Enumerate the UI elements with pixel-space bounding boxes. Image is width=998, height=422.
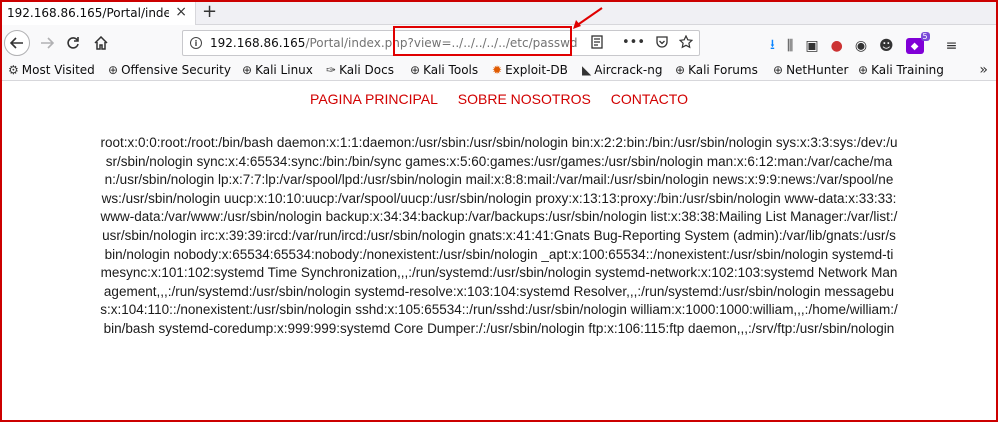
bookmark-most-visited[interactable]: ⚙ Most Visited	[8, 63, 95, 77]
home-icon	[94, 36, 108, 50]
bookmark-kali-linux[interactable]: ⊕ Kali Linux	[242, 63, 313, 77]
bookmarks-overflow-icon[interactable]: »	[979, 62, 988, 78]
nav-link-sobre-nosotros[interactable]: SOBRE NOSOTROS	[458, 91, 591, 107]
page-content: PAGINA PRINCIPAL SOBRE NOSOTROS CONTACTO…	[0, 82, 998, 422]
extension-badge: 5	[920, 32, 930, 41]
bookmark-kali-tools[interactable]: ⊕ Kali Tools	[410, 63, 478, 77]
tab-title: 192.168.86.165/Portal/index	[7, 5, 169, 20]
bookmarks-bar: ⚙ Most Visited ⊕ Offensive Security ⊕ Ka…	[0, 61, 998, 81]
bookmark-aircrack-ng[interactable]: ◣ Aircrack-ng	[582, 63, 662, 77]
download-icon[interactable]: ⭳	[770, 34, 775, 58]
close-tab-icon[interactable]: ×	[175, 4, 187, 20]
bookmark-kali-docs[interactable]: ✑ Kali Docs	[326, 63, 394, 77]
passwd-file-content: root:x:0:0:root:/root:/bin/bash daemon:x…	[100, 135, 898, 336]
tab-bar: 192.168.86.165/Portal/index × +	[0, 0, 998, 25]
globe-icon: ⊕	[242, 63, 253, 77]
tab-active[interactable]: 192.168.86.165/Portal/index ×	[0, 0, 196, 25]
bookmark-exploit-db[interactable]: ✹ Exploit-DB	[492, 63, 568, 77]
pocket-icon[interactable]	[655, 35, 669, 49]
bookmark-offensive-security[interactable]: ⊕ Offensive Security	[108, 63, 231, 77]
forward-button[interactable]	[34, 30, 60, 56]
home-button[interactable]	[88, 30, 114, 56]
nav-link-pagina-principal[interactable]: PAGINA PRINCIPAL	[310, 91, 438, 107]
site-nav: PAGINA PRINCIPAL SOBRE NOSOTROS CONTACTO	[0, 91, 998, 107]
forward-arrow-icon	[41, 37, 54, 49]
toolbar-icons: ⭳ ⫼ ▣ ● ◉ ☻ ◆ 5 ≡	[770, 32, 958, 58]
bookmark-nethunter[interactable]: ⊕ NetHunter	[773, 63, 848, 77]
incognito-icon[interactable]: ☻	[879, 38, 894, 54]
globe-icon: ⊕	[108, 63, 119, 77]
bookmark-kali-training[interactable]: ⊕ Kali Training	[858, 63, 944, 77]
globe-icon: ⊕	[410, 63, 421, 77]
nav-link-contacto[interactable]: CONTACTO	[611, 91, 688, 107]
reload-icon	[67, 37, 79, 49]
ublock-icon[interactable]: ●	[831, 38, 843, 54]
menu-icon[interactable]: ≡	[946, 38, 958, 54]
new-tab-button[interactable]: +	[202, 1, 217, 22]
reader-view-icon[interactable]	[590, 35, 604, 49]
kali-dragon-icon: ✑	[326, 63, 337, 77]
url-query-highlight	[393, 26, 572, 56]
info-icon[interactable]: i	[190, 37, 202, 49]
back-arrow-icon	[10, 37, 23, 49]
back-button[interactable]	[4, 30, 30, 56]
globe-icon: ⊕	[675, 63, 686, 77]
bookmark-star-icon[interactable]	[679, 35, 693, 49]
account-icon[interactable]: ◉	[855, 38, 867, 54]
annotation-arrow	[573, 7, 603, 29]
extension-icon[interactable]: ◆ 5	[905, 32, 930, 54]
bookmark-kali-forums[interactable]: ⊕ Kali Forums	[675, 63, 758, 77]
url-host: 192.168.86.165	[210, 36, 306, 50]
exploit-db-icon: ✹	[492, 63, 503, 77]
globe-icon: ⊕	[858, 63, 869, 77]
library-icon[interactable]: ⫼	[787, 38, 793, 54]
reload-button[interactable]	[60, 30, 86, 56]
globe-icon: ⊕	[773, 63, 784, 77]
more-actions-icon[interactable]: •••	[622, 35, 645, 50]
sidebar-icon[interactable]: ▣	[805, 38, 818, 54]
gear-icon: ⚙	[8, 63, 19, 77]
aircrack-icon: ◣	[582, 63, 592, 77]
